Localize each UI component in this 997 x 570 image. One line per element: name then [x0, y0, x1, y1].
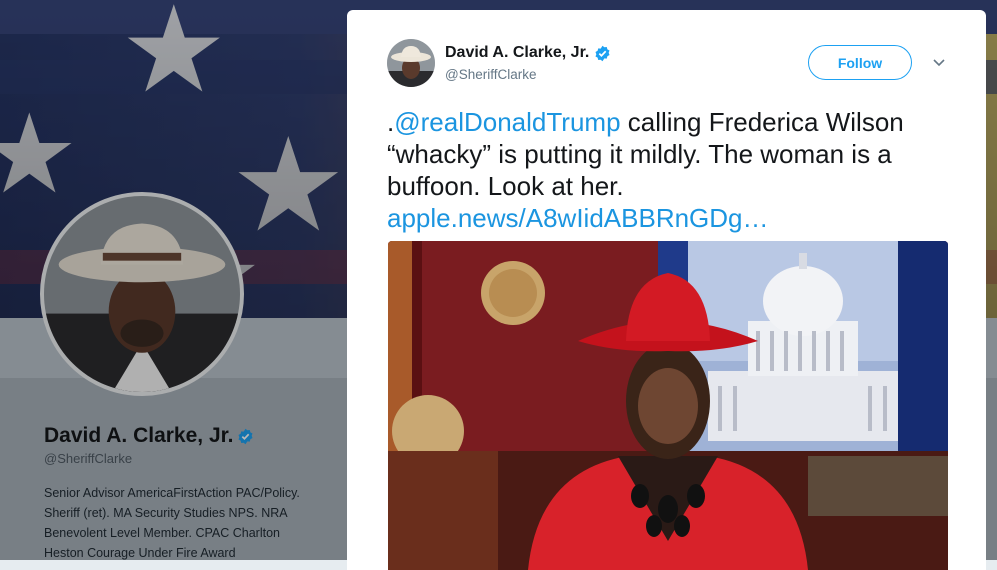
- tweet-text: .@realDonaldTrump calling Frederica Wils…: [387, 106, 967, 234]
- media-image: [388, 241, 948, 570]
- tweet-author-handle[interactable]: @SheriffClarke: [445, 67, 537, 82]
- author-avatar-image: [387, 39, 435, 87]
- verified-badge-icon: [595, 45, 610, 61]
- tweet-media[interactable]: [388, 241, 948, 570]
- mention-link[interactable]: @realDonaldTrump: [394, 107, 620, 137]
- follow-button[interactable]: Follow: [808, 45, 912, 80]
- tweet-card: David A. Clarke, Jr. @SheriffClarke Foll…: [347, 10, 986, 570]
- tweet-author-avatar[interactable]: [387, 39, 435, 87]
- chevron-down-icon[interactable]: [933, 58, 945, 68]
- tweet-text-segment: calling Frederica Wilson: [620, 107, 904, 137]
- tweet-author-name[interactable]: David A. Clarke, Jr.: [445, 44, 611, 62]
- tweet-text-line: “whacky” is putting it mildly. The woman…: [387, 139, 892, 169]
- tweet-text-line: .@realDonaldTrump calling Frederica Wils…: [387, 106, 967, 138]
- tweet-url-link[interactable]: apple.news/A8wIidABBRnGDg…: [387, 202, 967, 234]
- tweet-text-line: buffoon. Look at her.: [387, 171, 624, 201]
- author-name-text[interactable]: David A. Clarke, Jr.: [445, 44, 589, 62]
